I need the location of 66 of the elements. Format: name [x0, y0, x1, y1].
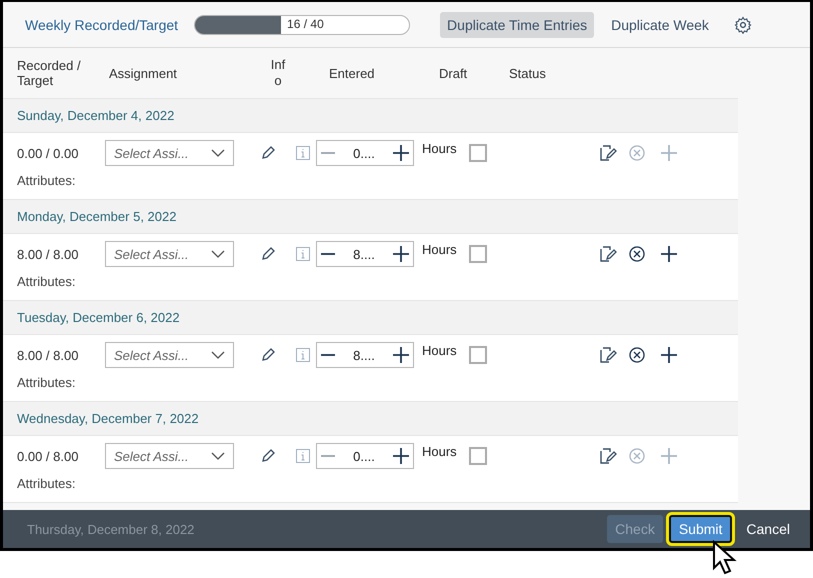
assignment-select[interactable]: Select Assi... — [105, 443, 234, 469]
column-header: Status — [509, 66, 546, 80]
hours-stepper[interactable]: 8.... — [316, 241, 414, 267]
note-edit-icon[interactable] — [598, 245, 617, 263]
hours-stepper[interactable]: 0.... — [316, 140, 414, 166]
hours-stepper[interactable]: 0.... — [316, 443, 414, 469]
unit-label: Hours — [422, 343, 457, 358]
plus-icon[interactable] — [393, 347, 409, 363]
hours-value: 0.... — [353, 146, 375, 160]
day-title: Thursday, December 8, 2022 — [27, 522, 196, 536]
day-title: Tuesday, December 6, 2022 — [17, 310, 180, 325]
add-icon[interactable] — [660, 246, 677, 262]
unit-label: Hours — [422, 141, 457, 156]
plus-icon[interactable] — [393, 246, 409, 262]
attributes-label: Attributes: — [17, 274, 76, 289]
chevron-down-icon — [211, 351, 225, 359]
column-header: Draft — [439, 66, 468, 80]
delete-circle-icon[interactable] — [628, 246, 645, 262]
footer-button[interactable]: Submit — [668, 515, 732, 543]
column-header: Entered — [329, 66, 375, 80]
note-edit-icon[interactable] — [598, 144, 617, 162]
draft-checkbox[interactable] — [468, 447, 487, 465]
column-header: Recorded / Target — [17, 58, 82, 88]
column-header: Assignment — [109, 66, 177, 80]
note-edit-icon[interactable] — [598, 346, 617, 364]
chevron-down-icon — [211, 452, 225, 460]
unit-label: Hours — [422, 242, 457, 257]
add-icon[interactable] — [660, 347, 677, 363]
chevron-down-icon — [211, 149, 225, 157]
column-header: Inf o — [270, 57, 286, 89]
draft-checkbox[interactable] — [468, 346, 487, 364]
attributes-label: Attributes: — [17, 173, 76, 188]
plus-icon[interactable] — [393, 448, 409, 464]
attributes-label: Attributes: — [17, 476, 76, 491]
draft-checkbox[interactable] — [468, 245, 487, 263]
day-title: Sunday, December 4, 2022 — [17, 108, 174, 123]
recorded-target: 8.00 / 8.00 — [17, 348, 80, 362]
hours-value: 8.... — [353, 246, 375, 262]
note-edit-icon[interactable] — [598, 447, 617, 465]
draft-checkbox[interactable] — [468, 144, 487, 162]
pencil-icon[interactable] — [260, 448, 276, 464]
pencil-icon[interactable] — [260, 145, 276, 161]
delete-circle-icon[interactable] — [628, 347, 645, 363]
settings-icon[interactable] — [734, 16, 752, 34]
pencil-icon[interactable] — [260, 246, 276, 262]
hours-value: 8.... — [353, 348, 375, 362]
attributes-label: Attributes: — [17, 375, 76, 390]
recorded-target: 8.00 / 8.00 — [17, 246, 80, 262]
toolbar-button[interactable]: Duplicate Week — [604, 12, 716, 38]
unit-label: Hours — [422, 444, 457, 459]
assignment-select[interactable]: Select Assi... — [105, 342, 234, 368]
toolbar-button[interactable]: Duplicate Time Entries — [440, 12, 594, 38]
assignment-select[interactable]: Select Assi... — [105, 140, 234, 166]
day-title: Monday, December 5, 2022 — [17, 209, 176, 224]
chevron-down-icon — [211, 250, 225, 258]
plus-icon[interactable] — [393, 145, 409, 161]
hours-value: 0.... — [353, 448, 375, 464]
recorded-target: 0.00 / 0.00 — [17, 146, 80, 160]
toolbar-title: Weekly Recorded/Target — [25, 16, 178, 32]
day-title: Wednesday, December 7, 2022 — [17, 411, 199, 426]
hours-stepper[interactable]: 8.... — [316, 342, 414, 368]
progress-reading: 16 / 40 — [287, 16, 324, 30]
recorded-target: 0.00 / 8.00 — [17, 448, 80, 464]
assignment-select[interactable]: Select Assi... — [105, 241, 234, 267]
footer-button[interactable]: Cancel — [738, 515, 798, 543]
pencil-icon[interactable] — [260, 347, 276, 363]
